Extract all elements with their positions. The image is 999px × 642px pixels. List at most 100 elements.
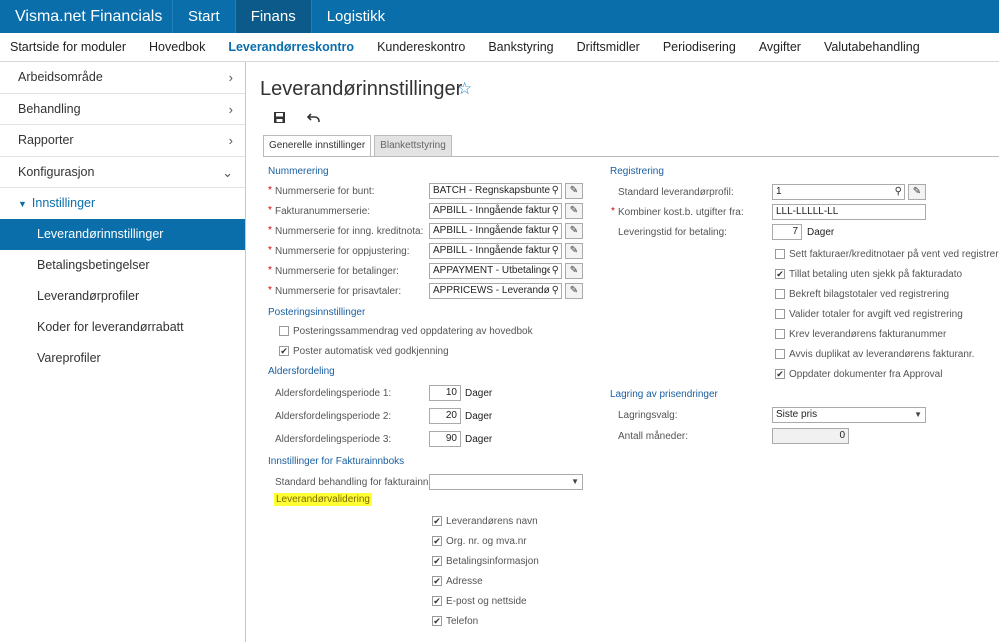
allow-payment-checkbox[interactable]: ✔ [775, 269, 785, 279]
number-of-months-input[interactable]: 0 [772, 428, 849, 444]
posting-summary-checkbox[interactable] [279, 326, 289, 336]
search-icon[interactable]: ⚲ [549, 204, 559, 218]
require-ref-checkbox[interactable] [775, 329, 785, 339]
reject-duplicate-checkbox[interactable] [775, 349, 785, 359]
vendor-class-input[interactable]: 1 ⚲ [772, 184, 905, 200]
search-icon[interactable]: ⚲ [549, 264, 559, 278]
label-antall-maneder: Antall måneder: [618, 431, 689, 442]
numbering-payment-input[interactable]: APPAYMENT - Utbetalinger ⚲ [429, 263, 562, 279]
sidebar-group-label: Innstillinger [31, 196, 96, 210]
sidebar-item-arbeidsomrade[interactable]: Arbeidsområde › [0, 62, 245, 94]
module-nav: Startside for moduler Hovedbok Leverandø… [0, 33, 999, 62]
numbering-credit-input[interactable]: APBILL - Inngående faktura ⚲ [429, 223, 562, 239]
search-icon[interactable]: ⚲ [549, 244, 559, 258]
validate-email-checkbox[interactable]: ✔ [432, 596, 442, 606]
sidebar-item-rapporter[interactable]: Rapporter › [0, 125, 245, 157]
topnav-start[interactable]: Start [172, 0, 235, 33]
allow-payment-label: Tillat betaling uten sjekk på fakturadat… [789, 269, 963, 280]
label-kombiner: * Kombiner kost.b. utgifter fra: [611, 206, 744, 218]
undo-icon[interactable] [306, 111, 321, 127]
validate-address-checkbox[interactable]: ✔ [432, 576, 442, 586]
aging-period-2-input[interactable]: 20 [429, 408, 461, 424]
validate-phone-checkbox[interactable]: ✔ [432, 616, 442, 626]
search-icon[interactable]: ⚲ [549, 184, 559, 198]
search-icon[interactable]: ⚲ [549, 224, 559, 238]
top-nav: Start Finans Logistikk [172, 0, 400, 33]
sidebar-item-leverandorinnstillinger[interactable]: Leverandørinnstillinger [0, 219, 245, 250]
label-nummerserie-kreditnota: * Nummerserie for inng. kreditnota: [268, 225, 424, 237]
validate-name-checkbox[interactable]: ✔ [432, 516, 442, 526]
tab-generelle-innstillinger[interactable]: Generelle innstillinger [263, 135, 372, 157]
label-leveringstid: Leveringstid for betaling: [618, 227, 727, 238]
subnav-leverandorreskontro[interactable]: Leverandørreskontro [228, 33, 354, 61]
edit-icon[interactable]: ✎ [565, 183, 583, 199]
validate-totals-checkbox[interactable] [775, 289, 785, 299]
sidebar-group-innstillinger[interactable]: ▼ Innstillinger [0, 188, 245, 219]
standard-behandling-select[interactable]: ▼ [429, 474, 583, 490]
validate-payment-label: Betalingsinformasjon [446, 556, 539, 567]
label-standard-behandling: Standard behandling for fakturainn... [275, 477, 437, 488]
combine-expense-input[interactable]: LLL-LLLLL-LL [772, 204, 926, 220]
validate-orgnr-checkbox[interactable]: ✔ [432, 536, 442, 546]
edit-icon[interactable]: ✎ [565, 223, 583, 239]
section-prisendringer: Lagring av prisendringer [610, 389, 718, 400]
search-icon[interactable]: ⚲ [549, 284, 559, 298]
sidebar-item-leverandorrabatt[interactable]: Koder for leverandørrabatt [0, 312, 245, 343]
subnav-hovedbok[interactable]: Hovedbok [149, 33, 205, 61]
aging-1-unit: Dager [465, 388, 493, 399]
numbering-bill-input[interactable]: APBILL - Inngående faktura ⚲ [429, 203, 562, 219]
subnav-driftsmidler[interactable]: Driftsmidler [577, 33, 640, 61]
star-icon[interactable]: ☆ [457, 79, 472, 99]
sidebar-item-label: Konfigurasjon [18, 164, 95, 179]
edit-icon[interactable]: ✎ [565, 263, 583, 279]
subnav-kundereskontro[interactable]: Kundereskontro [377, 33, 465, 61]
edit-icon[interactable]: ✎ [908, 184, 926, 200]
validate-phone-label: Telefon [446, 616, 479, 627]
sidebar-item-leverandorprofiler[interactable]: Leverandørprofiler [0, 281, 245, 312]
sidebar-item-konfigurasjon[interactable]: Konfigurasjon ⌄ [0, 157, 245, 188]
tab-blankettstyring[interactable]: Blankettstyring [374, 135, 452, 157]
search-icon[interactable]: ⚲ [892, 185, 902, 199]
require-ref-label: Krev leverandørens fakturanummer [789, 329, 947, 340]
subnav-startside[interactable]: Startside for moduler [10, 33, 126, 61]
edit-icon[interactable]: ✎ [565, 203, 583, 219]
sidebar-item-label: Behandling [18, 101, 81, 116]
edit-icon[interactable]: ✎ [565, 243, 583, 259]
validate-payment-checkbox[interactable]: ✔ [432, 556, 442, 566]
topnav-logistikk[interactable]: Logistikk [310, 0, 400, 33]
subnav-avgifter[interactable]: Avgifter [759, 33, 801, 61]
app-brand[interactable]: Visma.net Financials [0, 0, 172, 33]
sidebar-item-vareprofiler[interactable]: Vareprofiler [0, 343, 245, 374]
sidebar-item-behandling[interactable]: Behandling › [0, 94, 245, 125]
subnav-bankstyring[interactable]: Bankstyring [488, 33, 553, 61]
hold-on-entry-checkbox[interactable] [775, 249, 785, 259]
subnav-periodisering[interactable]: Periodisering [663, 33, 736, 61]
subnav-valutabehandling[interactable]: Valutabehandling [824, 33, 920, 61]
posting-summary-label: Posteringssammendrag ved oppdatering av … [293, 326, 533, 337]
edit-icon[interactable]: ✎ [565, 283, 583, 299]
lead-time-input[interactable]: 7 [772, 224, 802, 240]
retention-type-select[interactable]: Siste pris ▼ [772, 407, 926, 423]
label-aging-3: Aldersfordelingsperiode 3: [275, 434, 392, 445]
update-approval-checkbox[interactable]: ✔ [775, 369, 785, 379]
dropdown-arrow-icon: ▼ [571, 477, 579, 486]
section-registrering: Registrering [610, 166, 664, 177]
validate-tax-checkbox[interactable] [775, 309, 785, 319]
numbering-price-input[interactable]: APPRICEWS - Leverandørp ⚲ [429, 283, 562, 299]
leverandorvalidering-label: Leverandørvalidering [274, 493, 372, 506]
sidebar-item-betalingsbetingelser[interactable]: Betalingsbetingelser [0, 250, 245, 281]
dropdown-arrow-icon: ▼ [914, 410, 922, 419]
chevron-right-icon: › [228, 70, 233, 85]
aging-period-1-input[interactable]: 10 [429, 385, 461, 401]
label-nummerserie-betalinger: * Nummerserie for betalinger: [268, 265, 399, 277]
chevron-right-icon: › [228, 133, 233, 148]
label-aging-2: Aldersfordelingsperiode 2: [275, 411, 392, 422]
numbering-debit-input[interactable]: APBILL - Inngående faktura ⚲ [429, 243, 562, 259]
label-standard-profil: Standard leverandørprofil: [618, 187, 734, 198]
numbering-batch-input[interactable]: BATCH - Regnskapsbunter ⚲ [429, 183, 562, 199]
auto-post-checkbox[interactable]: ✔ [279, 346, 289, 356]
section-fakturainnboks: Innstillinger for Fakturainnboks [268, 456, 405, 467]
aging-period-3-input[interactable]: 90 [429, 431, 461, 447]
topnav-finans[interactable]: Finans [234, 0, 311, 33]
save-icon[interactable] [273, 111, 286, 127]
